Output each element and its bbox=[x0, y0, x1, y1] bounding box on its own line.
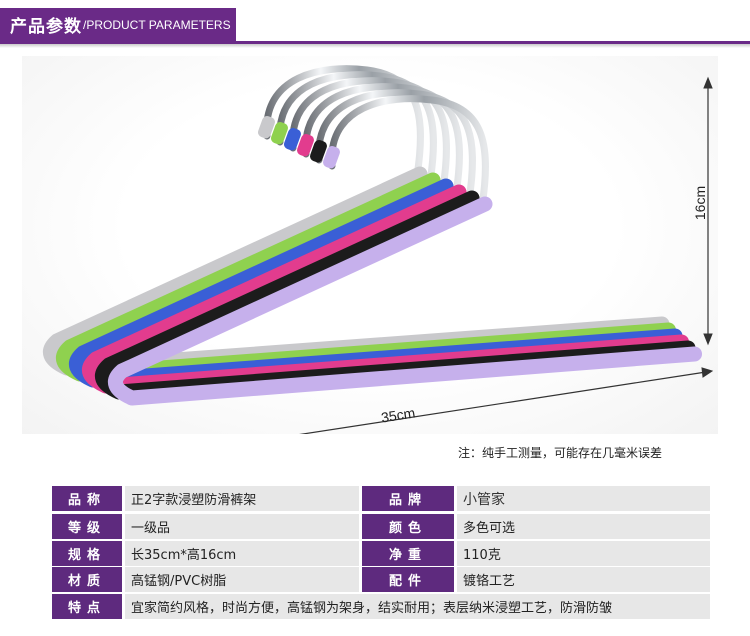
hanger-stack bbox=[43, 65, 702, 406]
section-title-en: /PRODUCT PARAMETERS bbox=[83, 17, 231, 32]
param-label: 规格 bbox=[52, 541, 122, 566]
param-value: 110克 bbox=[457, 541, 710, 566]
measurement-note: 注：纯手工测量，可能存在几毫米误差 bbox=[458, 446, 663, 460]
table-row: 规格 长35cm*高16cm 净重 110克 bbox=[52, 541, 710, 566]
table-row: 等级 一级品 颜色 多色可选 bbox=[52, 514, 710, 539]
section-header: 产品参数 /PRODUCT PARAMETERS bbox=[0, 0, 750, 48]
param-label: 净重 bbox=[362, 541, 454, 566]
header-shadow bbox=[0, 44, 750, 48]
table-row: 材质 高锰钢/PVC树脂 配件 镀铬工艺 bbox=[52, 567, 710, 592]
param-label: 等级 bbox=[52, 514, 122, 539]
param-value: 小管家 bbox=[457, 486, 710, 511]
param-label: 特点 bbox=[52, 594, 122, 619]
param-label: 材质 bbox=[52, 567, 122, 592]
height-label: 16cm bbox=[692, 185, 709, 221]
hanger-illustration bbox=[43, 65, 714, 434]
table-row: 品称 正2字款浸塑防滑裤架 品牌 小管家 bbox=[52, 486, 710, 511]
param-value: 宜家简约风格，时尚方便，高锰钢为架身，结实耐用；表层纳米浸塑工艺，防滑防皱 bbox=[125, 594, 710, 619]
section-title-cn: 产品参数 bbox=[10, 17, 82, 37]
param-value: 高锰钢/PVC树脂 bbox=[125, 567, 359, 592]
param-value: 镀铬工艺 bbox=[457, 567, 710, 592]
param-label: 品称 bbox=[52, 486, 122, 511]
table-row: 特点 宜家简约风格，时尚方便，高锰钢为架身，结实耐用；表层纳米浸塑工艺，防滑防皱 bbox=[52, 594, 710, 619]
param-label: 配件 bbox=[362, 567, 454, 592]
product-photo bbox=[22, 56, 718, 434]
param-label: 品牌 bbox=[362, 486, 454, 511]
param-value: 长35cm*高16cm bbox=[125, 541, 359, 566]
brand-name: 小管家 bbox=[463, 491, 505, 508]
param-label: 颜色 bbox=[362, 514, 454, 539]
param-value: 正2字款浸塑防滑裤架 bbox=[125, 486, 359, 511]
param-value: 一级品 bbox=[125, 514, 359, 539]
section-title-tab: 产品参数 /PRODUCT PARAMETERS bbox=[0, 8, 236, 41]
param-value: 多色可选 bbox=[457, 514, 710, 539]
